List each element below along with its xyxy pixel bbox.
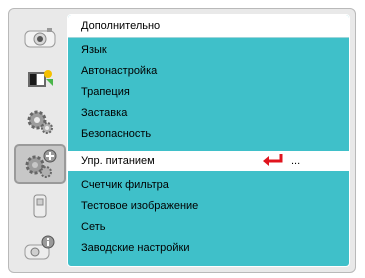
information-icon [24, 235, 55, 260]
sidebar-item-usb[interactable] [14, 186, 66, 226]
menu-item-filter-counter[interactable]: Счетчик фильтра [68, 175, 349, 195]
sidebar [14, 14, 66, 267]
sidebar-item-picture[interactable] [14, 18, 66, 58]
submenu-value: ... [291, 155, 301, 167]
sidebar-item-information[interactable] [14, 228, 66, 268]
panel-title: Дополнительно [68, 15, 349, 38]
usb-icon [33, 194, 47, 218]
menu-item-factory-default[interactable]: Заводские настройки [68, 238, 349, 258]
menu-item-network[interactable]: Сеть [68, 217, 349, 237]
menu-item-test-pattern[interactable]: Тестовое изображение [68, 196, 349, 216]
picture-icon [24, 28, 56, 48]
menu-item-label: Упр. питанием [81, 155, 155, 167]
menu-item-security[interactable]: Безопасность [68, 124, 349, 144]
sidebar-item-settings[interactable] [14, 102, 66, 142]
menu-item-logo[interactable]: Заставка [68, 103, 349, 123]
menu-item-power-management[interactable]: Упр. питанием ... [68, 151, 349, 171]
menu-item-keystone[interactable]: Трапеция [68, 82, 349, 102]
menu-item-auto-setup[interactable]: Автонастройка [68, 61, 349, 81]
advanced-settings-icon [25, 149, 57, 178]
screen-color-icon [28, 70, 53, 87]
settings-gear-icon [27, 110, 53, 134]
advanced-menu-panel: Дополнительно Язык Автонастройка Трапеци… [67, 14, 350, 267]
sidebar-item-advanced[interactable] [14, 144, 66, 184]
enter-arrow-icon [263, 154, 283, 166]
menu-item-language[interactable]: Язык [68, 40, 349, 60]
sidebar-item-screen[interactable] [14, 60, 66, 100]
